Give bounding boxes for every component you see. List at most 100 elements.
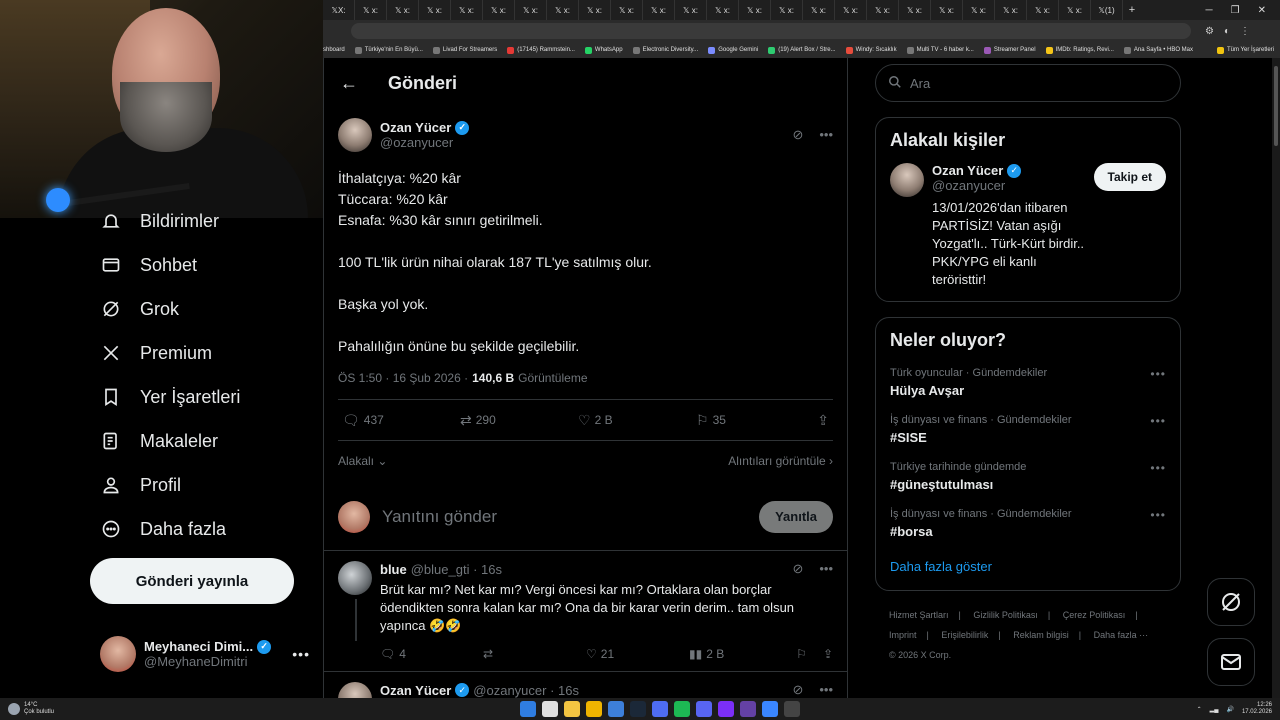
bookmark-item[interactable]: (19) Alert Box / Stre... — [768, 46, 836, 54]
app-icon[interactable] — [652, 701, 668, 717]
author-handle[interactable]: @ozanyucer — [380, 135, 469, 150]
bookmark-item[interactable]: Electronic Diversity... — [632, 46, 698, 54]
search-icon[interactable] — [542, 701, 558, 717]
reply-author-avatar[interactable] — [338, 561, 372, 595]
nav-item-notifications[interactable]: Bildirimler — [100, 206, 219, 236]
browser-tab[interactable]: 𝕏 x: — [643, 0, 675, 20]
browser-tab[interactable]: 𝕏 x: — [387, 0, 419, 20]
browser-tab[interactable]: 𝕏 x: — [483, 0, 515, 20]
bookmark-action[interactable]: ⚐ 35 — [696, 412, 814, 429]
post-button[interactable]: Gönderi yayınla — [90, 558, 294, 604]
extensions-icon[interactable]: ⚙ — [1205, 26, 1214, 37]
profile-icon[interactable]: ◐ — [1224, 26, 1230, 37]
more-icon[interactable]: ••• — [819, 127, 833, 143]
restore-icon[interactable]: ❐ — [1231, 5, 1240, 16]
repost-action[interactable]: ⇄ — [483, 647, 586, 661]
browser-tab[interactable]: 𝕏 x: — [835, 0, 867, 20]
reply-input[interactable]: Yanıtını gönder — [382, 507, 497, 527]
bookmark-item[interactable]: Livad For Streamers — [432, 46, 497, 54]
share-icon[interactable]: ⇪ — [817, 412, 829, 429]
nav-item-more[interactable]: Daha fazla — [100, 514, 226, 544]
browser-tab[interactable]: 𝕏 x: — [1027, 0, 1059, 20]
all-bookmarks[interactable]: Tüm Yer İşaretleri — [1216, 46, 1280, 54]
network-icon[interactable]: ▂▄ — [1210, 706, 1219, 713]
more-icon[interactable]: ••• — [1150, 508, 1166, 539]
related-user[interactable]: Ozan Yücer ✓ @ozanyucer 13/01/2026'dan i… — [890, 163, 1166, 289]
grok-icon[interactable]: ⊘ — [792, 682, 803, 698]
repost-action[interactable]: ⇄ 290 — [460, 412, 578, 429]
more-icon[interactable]: ••• — [819, 682, 833, 698]
like-action[interactable]: ♡ 2 B — [578, 412, 696, 429]
search-input[interactable]: Ara — [875, 64, 1181, 102]
browser-tab[interactable]: 𝕏 x: — [899, 0, 931, 20]
app-icon[interactable] — [718, 701, 734, 717]
browser-tab[interactable]: 𝕏 x: — [707, 0, 739, 20]
post-timestamp[interactable]: ÖS 1:50 · 16 Şub 2026 · — [338, 371, 468, 385]
more-icon[interactable]: ••• — [1150, 414, 1166, 445]
bookmark-item[interactable]: Google Gemini — [708, 46, 758, 54]
bookmark-icon[interactable]: ⚐ — [796, 647, 807, 661]
app-icon[interactable] — [608, 701, 624, 717]
weather-widget[interactable]: 14°C Çok bulutlu — [0, 702, 54, 716]
browser-tab[interactable]: 𝕏 x: — [419, 0, 451, 20]
bookmark-item[interactable]: Multi TV - 6 haber k... — [906, 46, 974, 54]
more-icon[interactable]: ••• — [1150, 461, 1166, 492]
obs-icon[interactable] — [784, 701, 800, 717]
trend-item[interactable]: İş dünyası ve finans · Gündemdekiler #bor… — [890, 508, 1166, 539]
scrollbar-thumb[interactable] — [1274, 66, 1278, 146]
nav-item-grok[interactable]: Grok — [100, 294, 179, 324]
reply-action[interactable]: 🗨 437 — [342, 412, 460, 429]
show-more-link[interactable]: Daha fazla göster — [890, 559, 1166, 574]
trend-item[interactable]: Türk oyuncular · Gündemdekiler Hülya Avşa… — [890, 367, 1166, 398]
folder-icon[interactable] — [586, 701, 602, 717]
browser-tab[interactable]: 𝕏 x: — [1059, 0, 1091, 20]
browser-tab[interactable]: 𝕏 x: — [963, 0, 995, 20]
nav-item-chat[interactable]: Sohbet — [100, 250, 197, 280]
chrome-icon[interactable] — [564, 701, 580, 717]
views-action[interactable]: ▮▮ 2 B — [689, 647, 792, 661]
bookmark-item[interactable]: Türkiye'nin En Büyü... — [354, 46, 423, 54]
bookmark-item[interactable]: Windy: Sıcaklık — [845, 46, 897, 54]
nav-item-profile[interactable]: Profil — [100, 470, 181, 500]
view-quotes-link[interactable]: Alıntıları görüntüle › — [728, 454, 833, 468]
browser-tab[interactable]: 𝕏 x: — [547, 0, 579, 20]
more-icon[interactable]: ••• — [1150, 367, 1166, 398]
messages-fab-button[interactable] — [1207, 638, 1255, 686]
browser-tab[interactable]: 𝕏 x: — [355, 0, 387, 20]
author-name[interactable]: Ozan Yücer — [380, 120, 451, 135]
nav-item-premium[interactable]: Premium — [100, 338, 212, 368]
volume-icon[interactable]: 🔊 — [1226, 706, 1233, 713]
clock[interactable]: 12:26 17.02.2026 — [1242, 702, 1272, 716]
nav-item-articles[interactable]: Makaleler — [100, 426, 218, 456]
nav-item-bookmarks[interactable]: Yer İşaretleri — [100, 382, 240, 412]
back-arrow-icon[interactable]: ← — [340, 73, 358, 94]
browser-tab[interactable]: 𝕏 x: — [867, 0, 899, 20]
steam-icon[interactable] — [630, 701, 646, 717]
close-icon[interactable]: ✕ — [1258, 5, 1266, 16]
share-icon[interactable]: ⇪ — [823, 647, 833, 661]
sort-dropdown[interactable]: Alakalı ⌄ — [338, 454, 387, 468]
browser-tab[interactable]: 𝕏 x: — [675, 0, 707, 20]
trend-item[interactable]: İş dünyası ve finans · Gündemdekiler #SIS… — [890, 414, 1166, 445]
follow-button[interactable]: Takip et — [1093, 163, 1166, 191]
browser-tab[interactable]: 𝕏 x: — [451, 0, 483, 20]
browser-tab[interactable]: 𝕏 x: — [931, 0, 963, 20]
app-icon[interactable] — [762, 701, 778, 717]
browser-tab[interactable]: 𝕏 x: — [515, 0, 547, 20]
author-avatar[interactable] — [338, 118, 372, 152]
bookmark-item[interactable]: Ana Sayfa • HBO Max — [1123, 46, 1193, 54]
browser-tab[interactable]: 𝕏 x: — [739, 0, 771, 20]
bookmark-item[interactable]: Streamer Panel — [983, 46, 1036, 54]
twitch-icon[interactable] — [740, 701, 756, 717]
browser-tab[interactable]: 𝕏 X: — [323, 0, 355, 20]
browser-tab[interactable]: 𝕏 x: — [579, 0, 611, 20]
chevron-up-icon[interactable]: ⌃ — [1197, 706, 1202, 713]
discord-icon[interactable] — [696, 701, 712, 717]
trend-item[interactable]: Türkiye tarihinde gündemde #güneştutulmas… — [890, 461, 1166, 492]
page-scrollbar[interactable] — [1272, 58, 1280, 698]
grok-icon[interactable]: ⊘ — [792, 561, 803, 577]
minimize-icon[interactable]: ─ — [1206, 5, 1213, 16]
reply-button[interactable]: Yanıtla — [759, 500, 833, 533]
url-input[interactable] — [351, 23, 1191, 39]
new-tab-button[interactable]: + — [1123, 4, 1141, 16]
